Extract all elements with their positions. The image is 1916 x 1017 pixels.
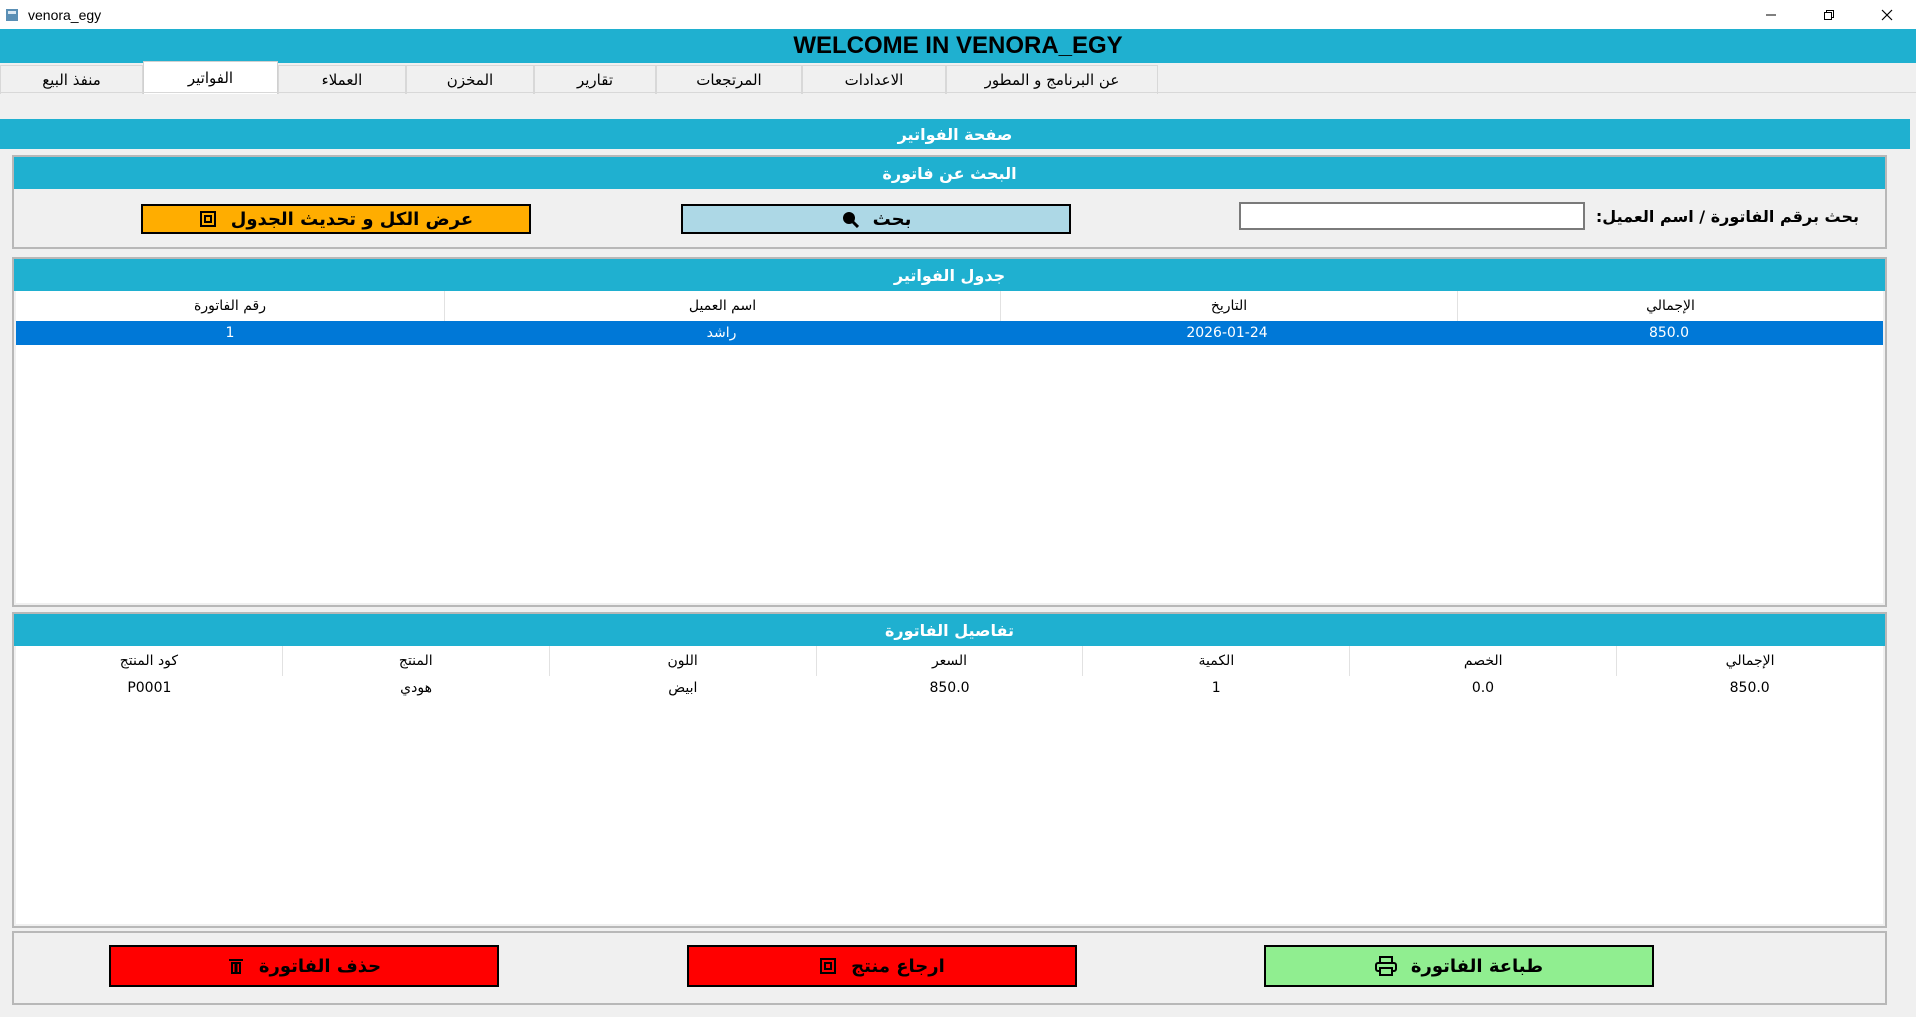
cell-product: هودي — [400, 680, 432, 696]
cell-customer-name: راشد — [706, 325, 737, 341]
col-price[interactable]: السعر — [817, 646, 1084, 676]
show-all-button-label: عرض الكل و تحديث الجدول — [230, 208, 474, 230]
page-title: صفحة الفواتير — [0, 119, 1910, 149]
tab-reports[interactable]: تقارير — [534, 65, 656, 94]
col-quantity[interactable]: الكمية — [1083, 646, 1351, 676]
col-date[interactable]: التاريخ — [1001, 291, 1458, 321]
show-all-button[interactable]: عرض الكل و تحديث الجدول — [141, 204, 531, 234]
cell-product-code: P0001 — [127, 680, 172, 696]
app-icon — [6, 8, 18, 21]
refresh-icon — [199, 211, 216, 227]
minimize-icon — [1766, 14, 1776, 15]
tab-customers[interactable]: العملاء — [278, 65, 406, 94]
invoices-panel: جدول الفواتير رقم الفاتورة اسم العميل ال… — [12, 257, 1887, 607]
minimize-button[interactable] — [1742, 0, 1800, 29]
welcome-banner: WELCOME IN VENORA_EGY — [0, 29, 1916, 63]
delete-invoice-label: حذف الفاتورة — [258, 955, 382, 977]
details-table-header: كود المنتج المنتج اللون السعر الكمية الخ… — [16, 646, 1883, 676]
search-panel-title: البحث عن فاتورة — [14, 157, 1885, 189]
cell-color: ابيض — [668, 680, 698, 696]
tab-invoices[interactable]: الفواتير — [143, 61, 278, 94]
col-total[interactable]: الإجمالي — [1458, 291, 1883, 321]
tab-divider — [0, 92, 1916, 93]
details-table: كود المنتج المنتج اللون السعر الكمية الخ… — [16, 646, 1883, 924]
printer-icon — [1374, 956, 1397, 976]
invoices-panel-title: جدول الفواتير — [14, 259, 1885, 291]
invoices-table: رقم الفاتورة اسم العميل التاريخ الإجمالي… — [16, 291, 1883, 603]
close-icon — [1881, 9, 1893, 20]
restore-button[interactable] — [1800, 0, 1858, 29]
invoices-table-header: رقم الفاتورة اسم العميل التاريخ الإجمالي — [16, 291, 1883, 321]
tab-inventory[interactable]: المخزن — [406, 65, 534, 94]
tab-settings[interactable]: الاعدادات — [802, 65, 946, 94]
return-icon — [820, 958, 837, 974]
details-panel-title: تفاصيل الفاتورة — [14, 614, 1885, 646]
trash-icon — [228, 959, 243, 974]
cell-discount: 0.0 — [1471, 680, 1495, 696]
cell-quantity: 1 — [1211, 680, 1221, 696]
tab-about[interactable]: عن البرنامج و المطور — [946, 65, 1158, 94]
search-panel: البحث عن فاتورة بحث برقم الفاتورة / اسم … — [12, 155, 1887, 249]
tab-returns[interactable]: المرتجعات — [656, 65, 802, 94]
search-button-label: بحث — [872, 208, 912, 230]
table-row[interactable]: 1 راشد 2026-01-24 850.0 — [16, 321, 1883, 345]
col-product-code[interactable]: كود المنتج — [16, 646, 283, 676]
cell-invoice-number: 1 — [225, 325, 235, 341]
print-invoice-button[interactable]: طباعة الفاتورة — [1264, 945, 1654, 987]
actions-panel: حذف الفاتورة ارجاع منتج طباعة الفاتورة — [12, 931, 1887, 1005]
restore-icon — [1824, 9, 1834, 20]
print-invoice-label: طباعة الفاتورة — [1410, 955, 1544, 977]
details-panel: تفاصيل الفاتورة كود المنتج المنتج اللون … — [12, 612, 1887, 928]
title-bar: venora_egy — [0, 0, 1916, 29]
cell-line-total: 850.0 — [1729, 680, 1770, 696]
col-customer-name[interactable]: اسم العميل — [445, 291, 1001, 321]
col-line-total[interactable]: الإجمالي — [1617, 646, 1883, 676]
cell-price: 850.0 — [929, 680, 970, 696]
return-product-label: ارجاع منتج — [851, 955, 945, 977]
col-product[interactable]: المنتج — [283, 646, 550, 676]
search-label: بحث برقم الفاتورة / اسم العميل: — [1595, 207, 1859, 226]
return-product-button[interactable]: ارجاع منتج — [687, 945, 1077, 987]
close-button[interactable] — [1858, 0, 1916, 29]
table-row[interactable]: P0001 هودي ابيض 850.0 1 0.0 850.0 — [16, 676, 1883, 700]
col-invoice-number[interactable]: رقم الفاتورة — [16, 291, 445, 321]
search-input[interactable] — [1239, 202, 1585, 230]
main-tabs: منفذ البيع الفواتير العملاء المخزن تقاري… — [0, 61, 1158, 94]
col-discount[interactable]: الخصم — [1350, 646, 1618, 676]
window-title: venora_egy — [28, 6, 102, 23]
cell-date: 2026-01-24 — [1186, 325, 1268, 341]
search-icon — [842, 212, 859, 228]
delete-invoice-button[interactable]: حذف الفاتورة — [109, 945, 499, 987]
col-color[interactable]: اللون — [550, 646, 817, 676]
tab-pos[interactable]: منفذ البيع — [0, 65, 143, 94]
cell-total: 850.0 — [1648, 325, 1690, 341]
search-button[interactable]: بحث — [681, 204, 1071, 234]
